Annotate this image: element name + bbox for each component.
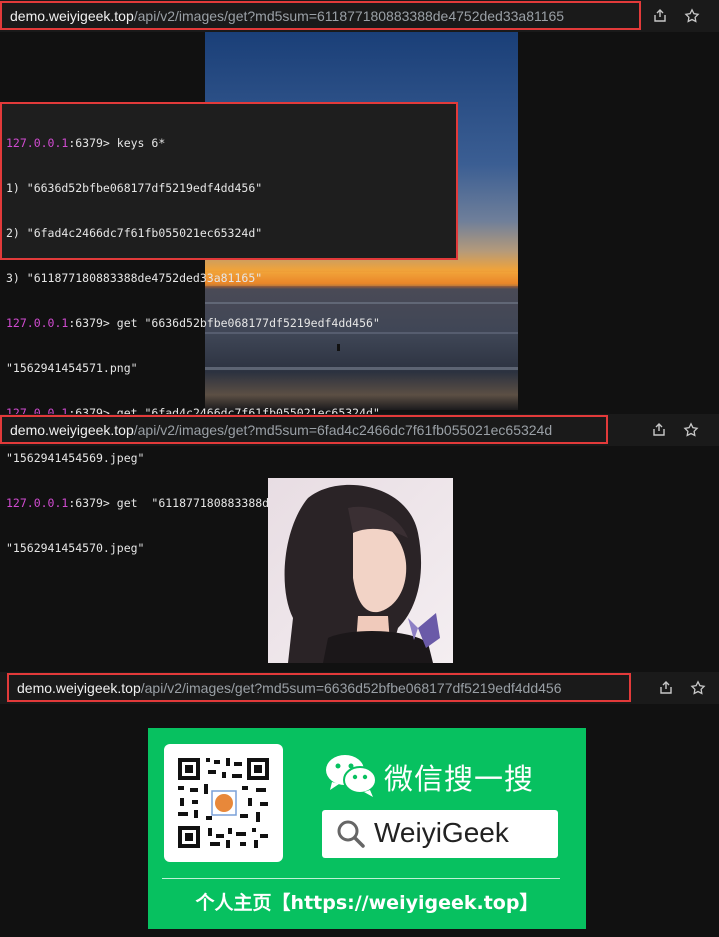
- url-field-1[interactable]: demo.weiyigeek.top/api/v2/images/get?md5…: [0, 1, 641, 30]
- address-bar-1: demo.weiyigeek.top/api/v2/images/get?md5…: [0, 0, 719, 32]
- bookmark-star-icon[interactable]: [682, 421, 700, 439]
- banner-title: 微信搜一搜: [384, 762, 535, 796]
- prompt-host: 127.0.0.1: [6, 136, 69, 150]
- wechat-search-banner: 微信搜一搜 WeiyiGeek 个人主页【https://weiyigeek.t…: [148, 728, 586, 929]
- bookmark-star-icon[interactable]: [689, 679, 707, 697]
- qr-code: [164, 744, 283, 862]
- wechat-logo-icon: [326, 755, 377, 797]
- prompt-suffix: :6379>: [68, 496, 117, 510]
- portrait-illustration: [268, 478, 453, 663]
- share-icon[interactable]: [651, 7, 669, 25]
- address-bar-2: demo.weiyigeek.top/api/v2/images/get?md5…: [0, 414, 719, 446]
- terminal-line: "1562941454569.jpeg": [6, 451, 145, 465]
- banner-footer: 个人主页【https://weiyigeek.top】: [195, 892, 539, 914]
- url-path: /api/v2/images/get?md5sum=6636d52bfbe068…: [140, 679, 562, 696]
- terminal-line: "1562941454571.png": [6, 361, 138, 375]
- prompt-suffix: :6379>: [68, 136, 117, 150]
- url-field-2[interactable]: demo.weiyigeek.top/api/v2/images/get?md5…: [0, 415, 608, 444]
- terminal-text: get "6636d52bfbe068177df5219edf4dd456": [116, 316, 380, 330]
- terminal-line: 2) "6fad4c2466dc7f61fb055021ec65324d": [6, 226, 263, 240]
- terminal-line: 127.0.0.1:6379> get "6636d52bfbe068177df…: [6, 316, 452, 331]
- search-box: WeiyiGeek: [322, 810, 558, 858]
- url-host: demo.weiyigeek.top: [17, 679, 141, 696]
- url-host: demo.weiyigeek.top: [10, 421, 134, 438]
- url-path: /api/v2/images/get?md5sum=6fad4c2466dc7f…: [133, 421, 553, 438]
- terminal-text: keys 6*: [116, 136, 166, 150]
- redis-cli-terminal: 127.0.0.1:6379> keys 6* 1) "6636d52bfbe0…: [0, 102, 458, 555]
- banner-divider: [162, 878, 560, 879]
- url-field-3[interactable]: demo.weiyigeek.top/api/v2/images/get?md5…: [7, 673, 631, 702]
- url-path: /api/v2/images/get?md5sum=61187718088338…: [133, 7, 565, 24]
- terminal-line: 3) "611877180883388de4752ded33a81165": [6, 271, 263, 285]
- terminal-line: 1) "6636d52bfbe068177df5219edf4dd456": [6, 181, 263, 195]
- prompt-suffix: :6379>: [68, 316, 117, 330]
- prompt-host: 127.0.0.1: [6, 316, 69, 330]
- url-host: demo.weiyigeek.top: [10, 7, 134, 24]
- terminal-line: 127.0.0.1:6379> keys 6*: [6, 136, 452, 151]
- search-text: WeiyiGeek: [374, 817, 509, 848]
- share-icon[interactable]: [657, 679, 675, 697]
- bookmark-star-icon[interactable]: [683, 7, 701, 25]
- prompt-host: 127.0.0.1: [6, 496, 69, 510]
- search-icon: [337, 820, 365, 848]
- address-bar-3: demo.weiyigeek.top/api/v2/images/get?md5…: [0, 672, 719, 704]
- share-icon[interactable]: [650, 421, 668, 439]
